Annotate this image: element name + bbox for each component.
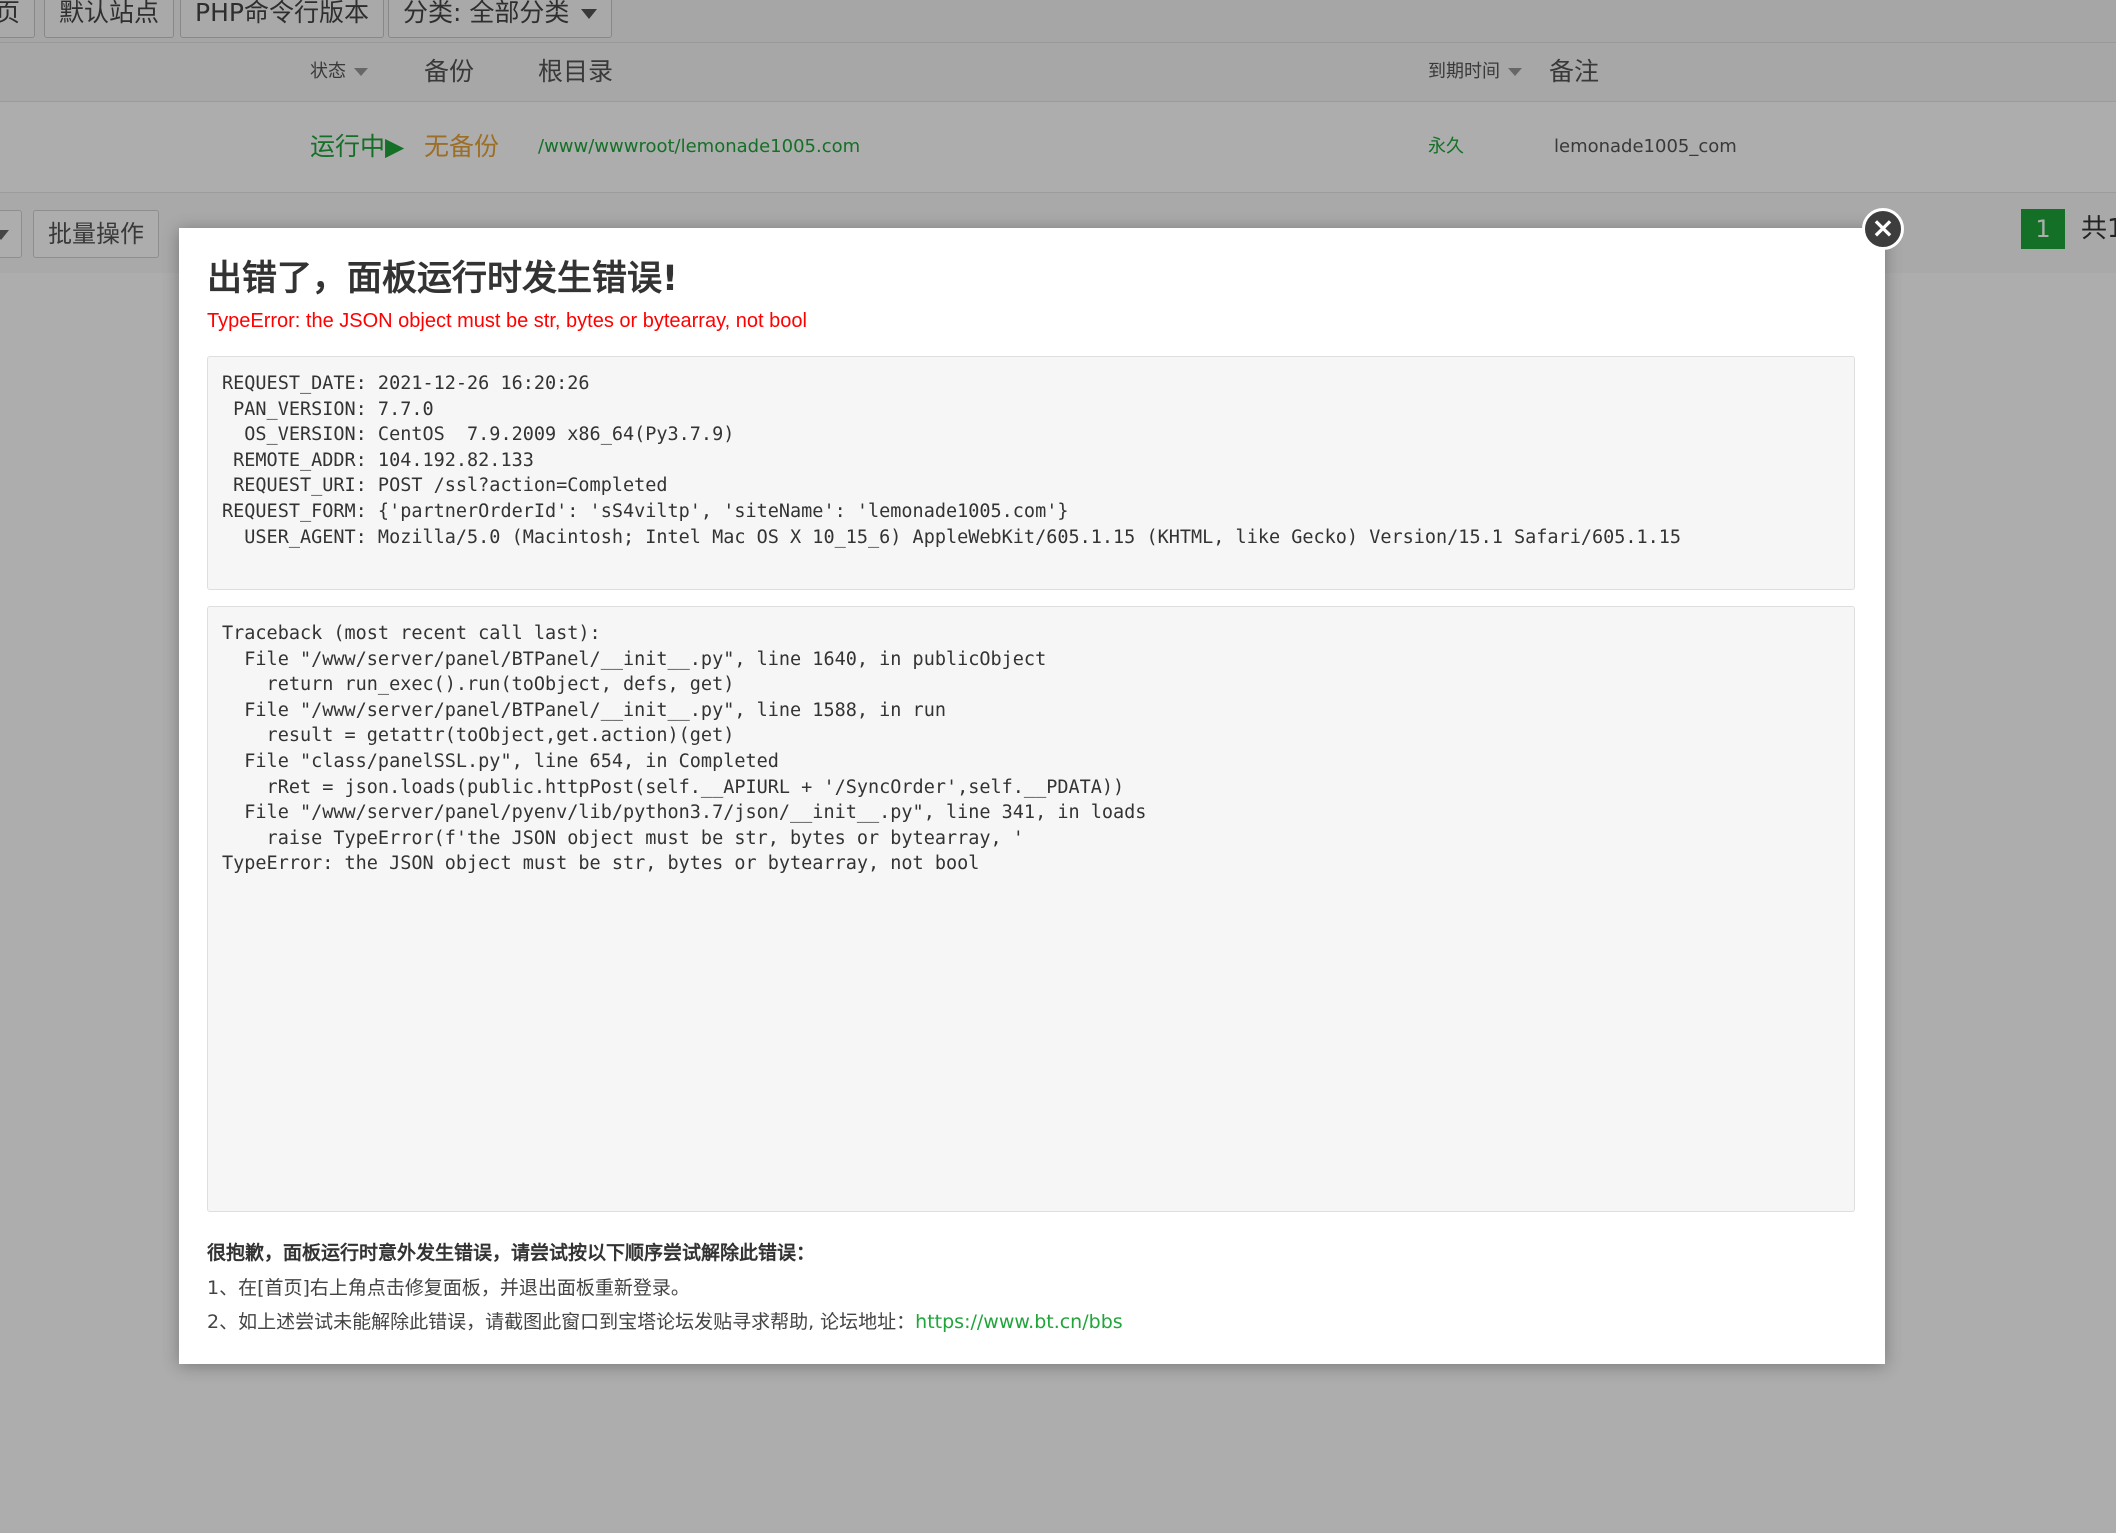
error-message: TypeError: the JSON object must be str, … — [207, 310, 807, 332]
close-icon[interactable]: × — [1862, 208, 1904, 250]
request-info-box[interactable]: REQUEST_DATE: 2021-12-26 16:20:26 PAN_VE… — [207, 356, 1855, 590]
help-step-2: 2、如上述尝试未能解除此错误，请截图此窗口到宝塔论坛发贴寻求帮助, 论坛地址：h… — [207, 1307, 1123, 1334]
forum-link[interactable]: https://www.bt.cn/bbs — [915, 1311, 1122, 1333]
dialog-title: 出错了，面板运行时发生错误! — [207, 259, 678, 299]
error-dialog: 出错了，面板运行时发生错误! TypeError: the JSON objec… — [179, 228, 1885, 1364]
help-step-2-text: 2、如上述尝试未能解除此错误，请截图此窗口到宝塔论坛发贴寻求帮助, 论坛地址： — [207, 1311, 916, 1333]
help-step-1: 1、在[首页]右上角点击修复面板，并退出面板重新登录。 — [207, 1277, 690, 1299]
help-title: 很抱歉，面板运行时意外发生错误，请尝试按以下顺序尝试解除此错误： — [207, 1242, 816, 1264]
traceback-box[interactable]: Traceback (most recent call last): File … — [207, 606, 1855, 1212]
bt-panel-page: 页 默认站点 PHP命令行版本 分类: 全部分类 状态 备份 根目录 到期时间 … — [0, 0, 2116, 1533]
